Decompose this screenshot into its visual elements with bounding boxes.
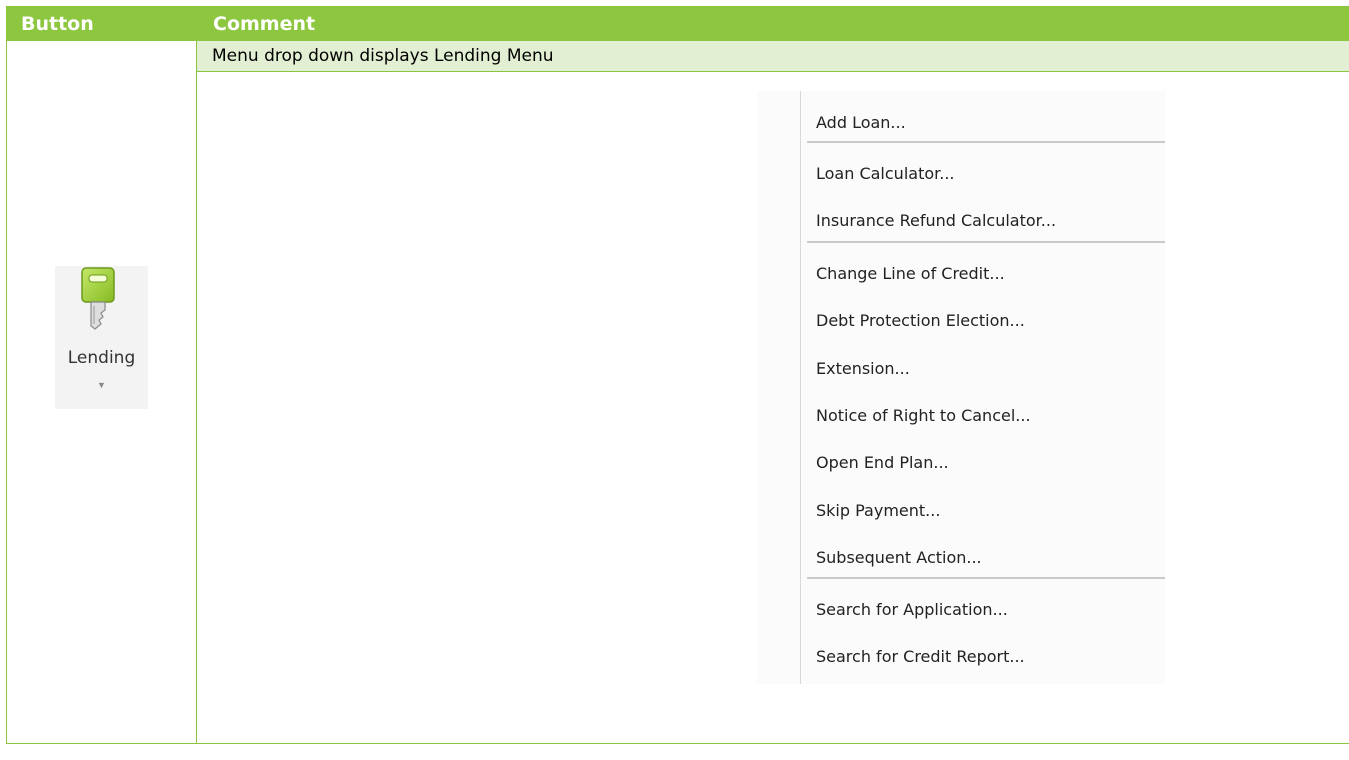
menu-item-search-for-application[interactable]: Search for Application...	[816, 600, 1008, 619]
menu-item-open-end-plan[interactable]: Open End Plan...	[816, 453, 949, 472]
menu-item-search-for-credit-report[interactable]: Search for Credit Report...	[816, 647, 1025, 666]
button-column-header: Button	[6, 6, 197, 41]
menu-item-skip-payment[interactable]: Skip Payment...	[816, 501, 940, 520]
table-row: Lending ▼ Menu drop down displays Lendin…	[6, 40, 1349, 744]
image-row: Add Loan... Loan Calculator... Insurance…	[7, 71, 1349, 744]
lending-ribbon-button[interactable]: Lending ▼	[55, 266, 148, 409]
menu-item-change-line-of-credit[interactable]: Change Line of Credit...	[816, 264, 1005, 283]
menu-item-add-loan[interactable]: Add Loan...	[816, 113, 906, 132]
menu-separator	[807, 141, 1165, 143]
comment-text: Menu drop down displays Lending Menu	[196, 40, 1349, 72]
lending-button-label: Lending	[67, 348, 136, 368]
menu-item-loan-calculator[interactable]: Loan Calculator...	[816, 164, 955, 183]
chevron-down-icon: ▼	[97, 380, 106, 390]
menu-separator	[807, 577, 1165, 579]
comment-column-header: Comment	[196, 6, 1349, 41]
key-icon	[81, 267, 115, 330]
button-cell: Lending ▼	[6, 40, 197, 744]
menu-screenshot-cell: Add Loan... Loan Calculator... Insurance…	[196, 71, 1349, 744]
menu-item-insurance-refund-calculator[interactable]: Insurance Refund Calculator...	[816, 211, 1056, 230]
menu-item-notice-of-right-to-cancel[interactable]: Notice of Right to Cancel...	[816, 406, 1031, 425]
lending-dropdown-menu: Add Loan... Loan Calculator... Insurance…	[757, 91, 1165, 684]
table-header-row: Button Comment	[6, 6, 1349, 41]
menu-separator	[807, 241, 1165, 243]
button-comment-table: Button Comment Lending ▼ Menu drop down …	[6, 6, 1349, 744]
menu-gutter-divider	[800, 91, 801, 684]
menu-item-extension[interactable]: Extension...	[816, 359, 910, 378]
menu-item-debt-protection-election[interactable]: Debt Protection Election...	[816, 311, 1025, 330]
menu-item-subsequent-action[interactable]: Subsequent Action...	[816, 548, 982, 567]
